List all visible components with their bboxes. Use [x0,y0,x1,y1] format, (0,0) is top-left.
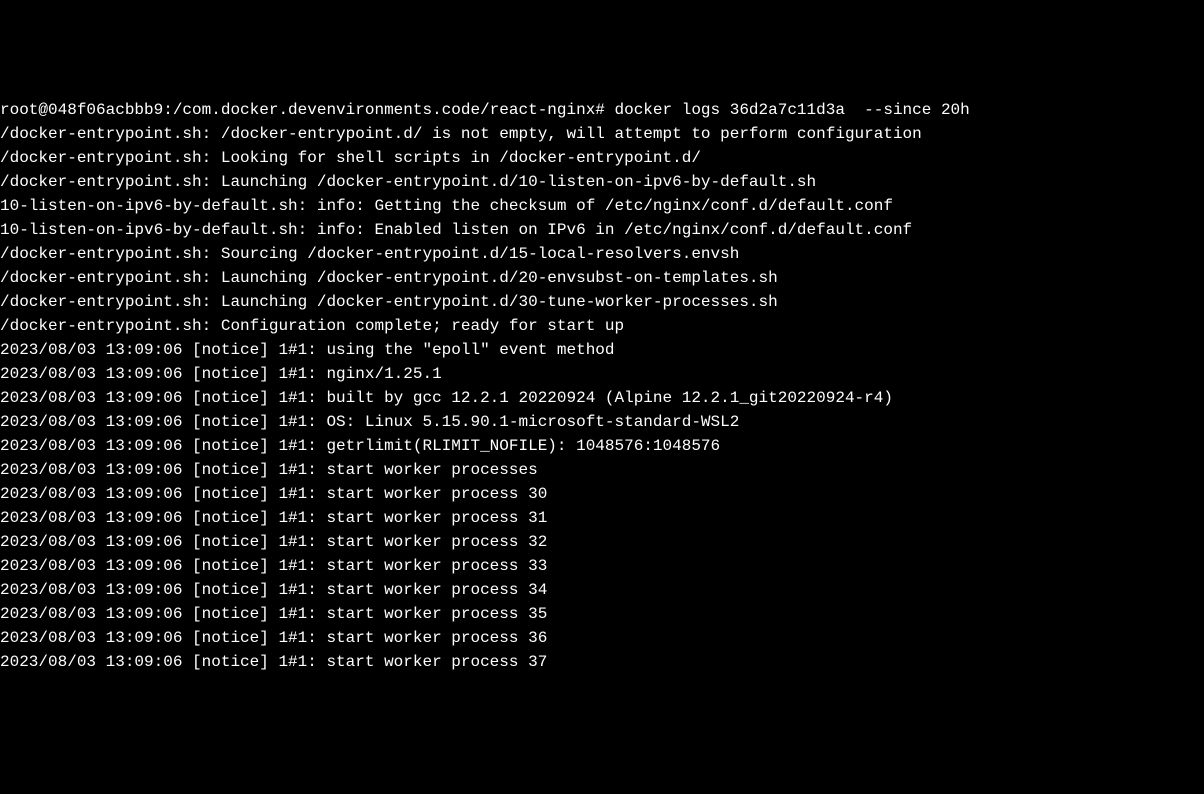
log-line: /docker-entrypoint.sh: Configuration com… [0,314,1204,338]
log-line: /docker-entrypoint.sh: Launching /docker… [0,266,1204,290]
log-line: /docker-entrypoint.sh: Launching /docker… [0,290,1204,314]
log-line: 10-listen-on-ipv6-by-default.sh: info: E… [0,218,1204,242]
log-line: 2023/08/03 13:09:06 [notice] 1#1: start … [0,530,1204,554]
log-line: 2023/08/03 13:09:06 [notice] 1#1: built … [0,386,1204,410]
log-line: 2023/08/03 13:09:06 [notice] 1#1: using … [0,338,1204,362]
command-text: docker logs 36d2a7c11d3a --since 20h [615,101,970,119]
log-line: /docker-entrypoint.sh: Sourcing /docker-… [0,242,1204,266]
log-line: /docker-entrypoint.sh: Launching /docker… [0,170,1204,194]
log-line: 2023/08/03 13:09:06 [notice] 1#1: start … [0,602,1204,626]
terminal-output[interactable]: root@048f06acbbb9:/com.docker.devenviron… [0,98,1204,674]
log-line: 2023/08/03 13:09:06 [notice] 1#1: start … [0,650,1204,674]
command-line: root@048f06acbbb9:/com.docker.devenviron… [0,98,1204,122]
log-line: 2023/08/03 13:09:06 [notice] 1#1: start … [0,626,1204,650]
log-line: 2023/08/03 13:09:06 [notice] 1#1: start … [0,506,1204,530]
shell-prompt: root@048f06acbbb9:/com.docker.devenviron… [0,101,615,119]
log-line: /docker-entrypoint.sh: Looking for shell… [0,146,1204,170]
log-line: /docker-entrypoint.sh: /docker-entrypoin… [0,122,1204,146]
log-line: 10-listen-on-ipv6-by-default.sh: info: G… [0,194,1204,218]
log-line: 2023/08/03 13:09:06 [notice] 1#1: start … [0,458,1204,482]
log-line: 2023/08/03 13:09:06 [notice] 1#1: OS: Li… [0,410,1204,434]
log-line: 2023/08/03 13:09:06 [notice] 1#1: start … [0,482,1204,506]
log-line: 2023/08/03 13:09:06 [notice] 1#1: nginx/… [0,362,1204,386]
log-line: 2023/08/03 13:09:06 [notice] 1#1: start … [0,578,1204,602]
log-line: 2023/08/03 13:09:06 [notice] 1#1: start … [0,554,1204,578]
log-line: 2023/08/03 13:09:06 [notice] 1#1: getrli… [0,434,1204,458]
